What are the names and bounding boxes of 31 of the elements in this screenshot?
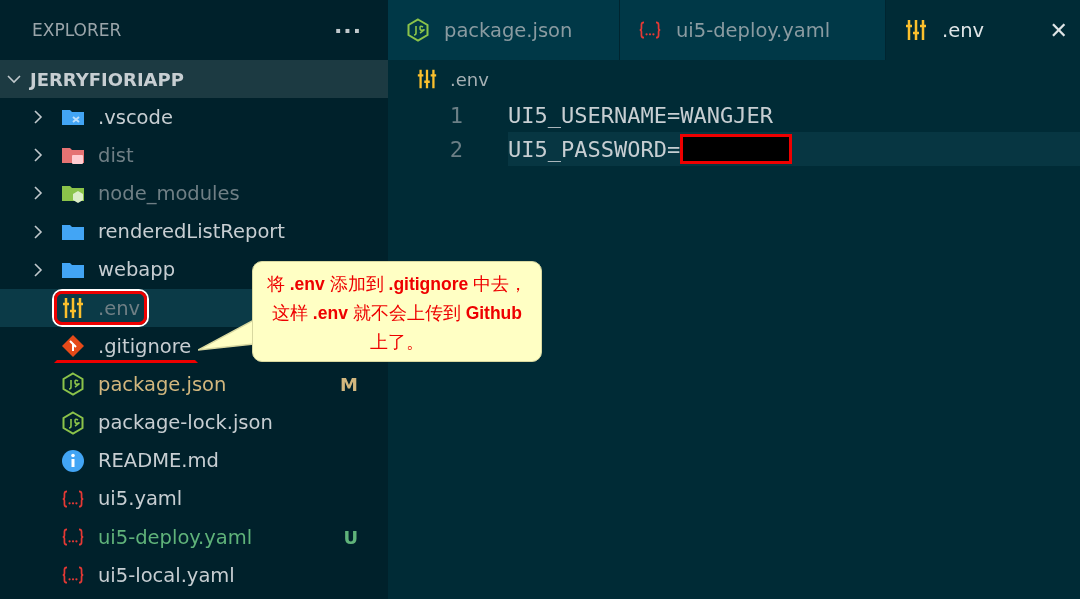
tree-item[interactable]: node_modules (0, 174, 388, 213)
tree-item[interactable]: dist (0, 136, 388, 175)
tree-item[interactable]: .vscode (0, 98, 388, 137)
tree-item[interactable]: ui5-deploy.yaml U (0, 518, 388, 557)
git-status: M (340, 373, 358, 395)
line-number: 1 (448, 102, 463, 128)
git-icon (61, 334, 85, 359)
line-number: 2 (448, 136, 463, 162)
editor-tab[interactable]: .env ✕ (886, 0, 1080, 60)
hexagon-icon (61, 410, 85, 435)
sliders-icon (904, 18, 928, 42)
sliders-icon (416, 68, 438, 90)
tree-item[interactable]: ui5-local.yaml (0, 556, 388, 595)
callout-tooltip: 将 .env 添加到 .gitignore 中去，这样 .env 就不会上传到 Github 上了。 (252, 261, 542, 362)
code-line: UI5_USERNAME=WANGJER (508, 101, 773, 130)
tree-item[interactable]: ui5.yaml (0, 479, 388, 519)
tree-item[interactable]: README.md (0, 441, 388, 480)
breadcrumb[interactable]: .env (416, 60, 489, 98)
hexagon-icon (61, 372, 85, 397)
tree-item[interactable]: renderedListReport (0, 212, 388, 251)
tree-item[interactable]: package-lock.json (0, 403, 388, 442)
close-button[interactable]: ✕ (1045, 17, 1072, 43)
git-status: U (343, 526, 358, 548)
info-icon (61, 448, 85, 473)
sliders-icon (61, 296, 85, 321)
hexagon-icon (406, 18, 430, 42)
tree-item[interactable]: JERRYFIORIAPP (0, 60, 388, 98)
tree-item[interactable]: package.json M (0, 365, 388, 404)
editor-tab[interactable]: package.json (388, 0, 620, 60)
panel-title: EXPLORER (32, 20, 122, 40)
more-actions-button[interactable]: ··· (333, 17, 362, 43)
